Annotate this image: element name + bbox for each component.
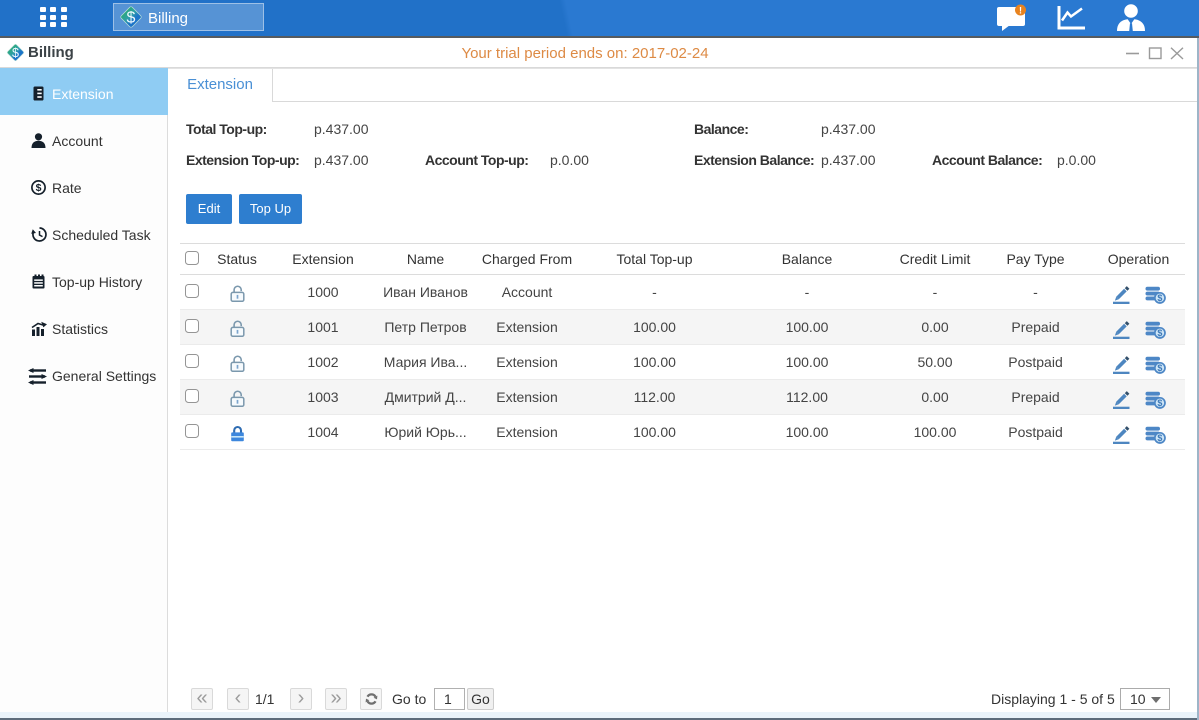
svg-text:!: ! [1019, 5, 1022, 15]
svg-text:$: $ [1157, 398, 1162, 408]
svg-text:$: $ [1157, 328, 1162, 338]
svg-text:$: $ [1157, 363, 1162, 373]
svg-text:$: $ [1157, 433, 1162, 443]
svg-text:$: $ [127, 10, 136, 27]
svg-text:$: $ [1157, 293, 1162, 303]
svg-text:$: $ [36, 182, 42, 194]
